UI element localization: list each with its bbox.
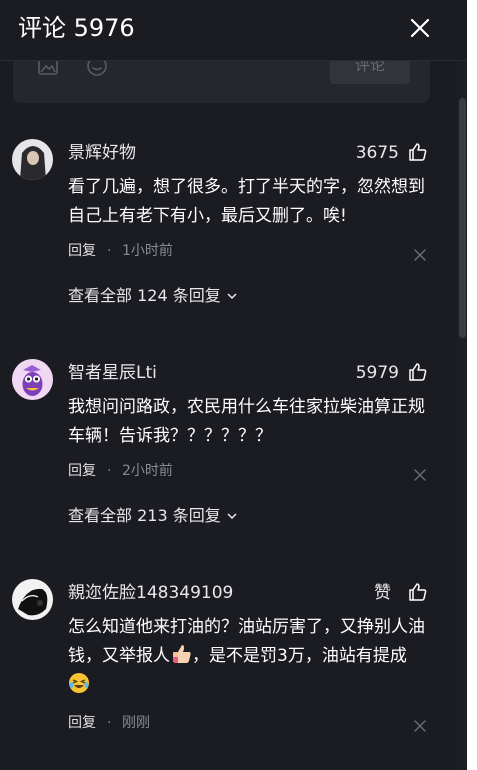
- panel-header: 评论 5976: [0, 0, 467, 61]
- comments-panel: 评论 5976 评论 景辉好物 3675 看了几遍，想了很多。打了半天的字，忽然…: [0, 0, 467, 770]
- avatar[interactable]: [12, 579, 53, 620]
- username[interactable]: 景辉好物: [68, 141, 136, 165]
- like-count: 赞: [374, 583, 391, 603]
- username[interactable]: 親迩佐脸148349109: [68, 581, 233, 605]
- reply-button[interactable]: 回复: [68, 461, 96, 481]
- close-icon[interactable]: [412, 718, 428, 734]
- thumbs-up-emoji-icon: [173, 645, 191, 663]
- view-replies-label: 查看全部 213 条回复: [68, 506, 221, 525]
- like-count: 5979: [355, 363, 399, 383]
- scrollbar-thumb[interactable]: [459, 98, 466, 338]
- comment-text-part: ，是不是罚3万，油站有提成: [192, 646, 407, 666]
- close-icon[interactable]: [412, 247, 428, 263]
- comment-item: 智者星辰Lti 5979 我想问问路政，农民用什么车往家拉柴油算正规车辆！告诉我…: [0, 359, 457, 539]
- chevron-down-icon: [227, 513, 237, 520]
- thumbs-up-icon[interactable]: [408, 362, 428, 382]
- separator-dot: ·: [107, 715, 112, 731]
- reply-button[interactable]: 回复: [68, 241, 96, 261]
- avatar[interactable]: [12, 139, 53, 180]
- separator-dot: ·: [107, 463, 112, 479]
- thumbs-up-icon[interactable]: [408, 582, 428, 602]
- comment-time: 1小时前: [122, 243, 173, 259]
- page-title: 评论 5976: [18, 14, 135, 42]
- view-replies-link[interactable]: 查看全部 124 条回复: [68, 285, 238, 307]
- close-icon[interactable]: [404, 12, 436, 44]
- avatar[interactable]: [12, 359, 53, 400]
- comment-time: 刚刚: [122, 715, 150, 731]
- comment-item: 親迩佐脸148349109 赞 怎么知道他来打油的？油站厉害了，又挣别人油钱，又…: [0, 579, 457, 749]
- view-replies-label: 查看全部 124 条回复: [68, 286, 221, 305]
- reply-button[interactable]: 回复: [68, 713, 96, 733]
- username[interactable]: 智者星辰Lti: [68, 361, 157, 385]
- like-count: 3675: [355, 143, 399, 163]
- thumbs-up-icon[interactable]: [408, 142, 428, 162]
- comment-text: 怎么知道他来打油的？油站厉害了，又挣别人油钱，又举报人 ，是不是罚3万，油站有提…: [68, 613, 428, 700]
- view-replies-link[interactable]: 查看全部 213 条回复: [68, 505, 238, 527]
- separator-dot: ·: [107, 243, 112, 259]
- comment-text: 看了几遍，想了很多。打了半天的字，忽然想到自己上有老下有小，最后又删了。唉!: [68, 177, 425, 226]
- page-edge: [467, 0, 477, 770]
- close-icon[interactable]: [412, 467, 428, 483]
- comment-time: 2小时前: [122, 463, 173, 479]
- chevron-down-icon: [227, 293, 237, 300]
- laughing-tears-emoji-icon: [69, 673, 89, 693]
- comment-text: 我想问问路政，农民用什么车往家拉柴油算正规车辆！告诉我？？？？？？: [68, 397, 425, 446]
- comment-item: 景辉好物 3675 看了几遍，想了很多。打了半天的字，忽然想到自己上有老下有小，…: [0, 139, 457, 319]
